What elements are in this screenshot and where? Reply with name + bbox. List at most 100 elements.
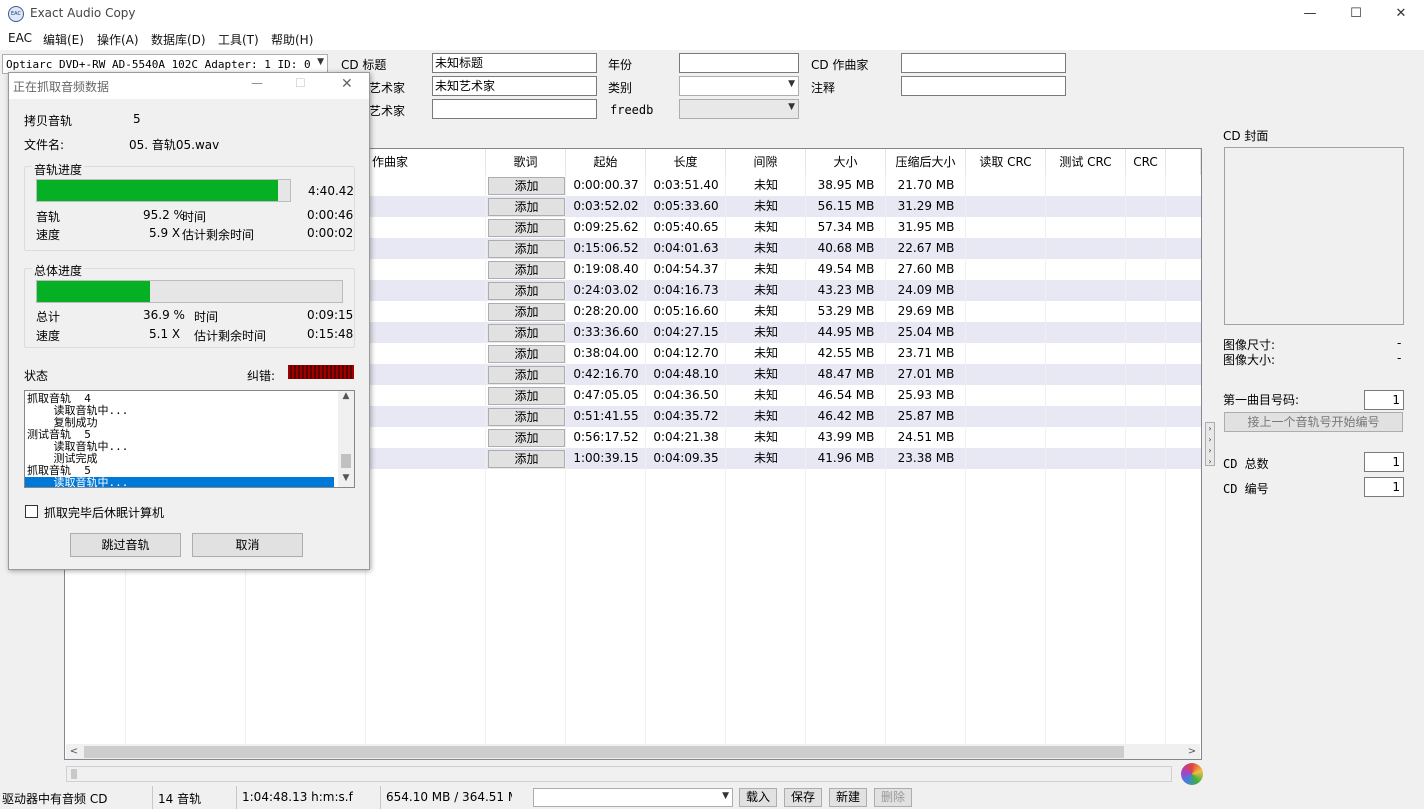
genre-select[interactable]: ▼: [679, 76, 799, 96]
track-progress-title: 音轨进度: [32, 161, 85, 178]
column-header-test-crc[interactable]: 测试 CRC: [1046, 149, 1126, 175]
dialog-close-icon[interactable]: ✕: [341, 76, 353, 92]
new-button[interactable]: 新建: [829, 788, 867, 807]
profile-select[interactable]: ▼: [533, 788, 733, 807]
compressed-size-cell: 21.70 MB: [897, 178, 955, 192]
length-cell: 0:04:09.35: [653, 451, 719, 465]
cd-number-field[interactable]: 1: [1364, 477, 1404, 497]
menu-action[interactable]: 操作(A): [97, 31, 139, 48]
add-lyrics-button[interactable]: 添加: [488, 240, 565, 258]
column-header-start[interactable]: 起始: [566, 149, 646, 175]
add-lyrics-button[interactable]: 添加: [488, 324, 565, 342]
skip-track-button[interactable]: 跳过音轨: [70, 533, 181, 557]
save-button[interactable]: 保存: [784, 788, 822, 807]
scroll-left-icon[interactable]: <: [66, 744, 82, 759]
add-lyrics-button[interactable]: 添加: [488, 261, 565, 279]
add-lyrics-button[interactable]: 添加: [488, 198, 565, 216]
cover-image-box[interactable]: [1224, 147, 1404, 325]
hibernate-checkbox[interactable]: [25, 505, 38, 518]
size-cell: 43.99 MB: [817, 430, 875, 444]
gap-cell: 未知: [753, 409, 778, 423]
first-track-field[interactable]: 1: [1364, 390, 1404, 410]
freedb-select[interactable]: ▼: [679, 99, 799, 119]
compressed-size-cell: 23.38 MB: [897, 451, 955, 465]
size-cell: 53.29 MB: [817, 304, 875, 318]
log-line: 读取音轨中...: [25, 477, 334, 487]
close-button[interactable]: ✕: [1378, 0, 1424, 28]
title-bar: EAC Exact Audio Copy — ☐ ✕: [0, 0, 1424, 28]
cd-title-field[interactable]: 未知标题: [432, 53, 597, 73]
scroll-down-icon[interactable]: ▼: [338, 473, 354, 487]
year-field[interactable]: [679, 53, 799, 73]
column-header-composer[interactable]: 作曲家: [366, 149, 486, 175]
maximize-button[interactable]: ☐: [1333, 0, 1379, 28]
chevron-down-icon: ▼: [722, 791, 729, 801]
log-scrollbar-thumb[interactable]: [341, 454, 351, 468]
disc-icon[interactable]: [1181, 763, 1203, 785]
dialog-minimize-icon[interactable]: —: [251, 76, 263, 90]
year-label: 年份: [608, 58, 633, 72]
size-cell: 46.54 MB: [817, 388, 875, 402]
add-lyrics-button[interactable]: 添加: [488, 429, 565, 447]
cd-composer-field[interactable]: [901, 53, 1066, 73]
artist-field[interactable]: 未知艺术家: [432, 76, 597, 96]
add-lyrics-button[interactable]: 添加: [488, 387, 565, 405]
add-lyrics-button[interactable]: 添加: [488, 366, 565, 384]
total-time-value: 0:09:15: [307, 308, 354, 322]
column-header-size[interactable]: 大小: [806, 149, 886, 175]
extraction-dialog: 正在抓取音频数据 — ☐ ✕ 拷贝音轨 5 文件名: 05. 音轨05.wav …: [8, 72, 370, 570]
status-log[interactable]: 抓取音轨 4 读取音轨中... 复制成功 测试音轨 5 读取音轨中... 测试完成…: [24, 390, 355, 488]
gap-cell: 未知: [753, 262, 778, 276]
slider-handle[interactable]: [71, 769, 77, 779]
menu-database[interactable]: 数据库(D): [151, 31, 206, 48]
album-artist-field[interactable]: [432, 99, 597, 119]
add-lyrics-button[interactable]: 添加: [488, 303, 565, 321]
add-lyrics-button[interactable]: 添加: [488, 219, 565, 237]
delete-button[interactable]: 删除: [874, 788, 912, 807]
start-cell: 0:15:06.52: [573, 241, 639, 255]
column-divider: [725, 175, 726, 745]
chevron-down-icon: ▼: [317, 57, 324, 67]
menu-edit[interactable]: 编辑(E): [43, 31, 84, 48]
column-header-crc[interactable]: CRC: [1126, 149, 1166, 175]
panel-collapse-handle[interactable]: › › › ›: [1205, 422, 1215, 466]
first-track-label: 第一曲目号码:: [1223, 393, 1300, 407]
column-header-compressed-size[interactable]: 压缩后大小: [886, 149, 966, 175]
position-slider[interactable]: [66, 766, 1172, 782]
image-size-value: -: [1397, 336, 1402, 350]
image-bytes-label: 图像大小:: [1223, 353, 1276, 367]
cancel-button[interactable]: 取消: [192, 533, 303, 557]
add-lyrics-button[interactable]: 添加: [488, 408, 565, 426]
log-scrollbar[interactable]: ▲ ▼: [338, 391, 354, 487]
minimize-button[interactable]: —: [1287, 0, 1333, 28]
track-remaining-value: 0:00:02: [307, 226, 354, 240]
drive-select[interactable]: Optiarc DVD+-RW AD-5540A 102C Adapter: 1…: [2, 54, 328, 74]
column-header-gap[interactable]: 间隙: [726, 149, 806, 175]
add-lyrics-button[interactable]: 添加: [488, 345, 565, 363]
comment-field[interactable]: [901, 76, 1066, 96]
menu-tools[interactable]: 工具(T): [218, 31, 259, 48]
renumber-button[interactable]: 接上一个音轨号开始编号: [1224, 412, 1403, 432]
horizontal-scrollbar[interactable]: < >: [66, 744, 1200, 759]
add-lyrics-button[interactable]: 添加: [488, 282, 565, 300]
add-lyrics-button[interactable]: 添加: [488, 177, 565, 195]
column-header-lyrics[interactable]: 歌词: [486, 149, 566, 175]
column-header-length[interactable]: 长度: [646, 149, 726, 175]
error-correction-label: 纠错:: [247, 369, 276, 383]
start-cell: 0:00:00.37: [573, 178, 639, 192]
menu-help[interactable]: 帮助(H): [271, 31, 313, 48]
scroll-right-icon[interactable]: >: [1184, 744, 1200, 759]
total-speed-label: 速度: [36, 329, 61, 343]
scroll-up-icon[interactable]: ▲: [338, 391, 354, 405]
column-header-read-crc[interactable]: 读取 CRC: [966, 149, 1046, 175]
column-divider: [485, 175, 486, 745]
cover-label: CD 封面: [1223, 129, 1269, 143]
load-button[interactable]: 载入: [739, 788, 777, 807]
scrollbar-thumb[interactable]: [84, 746, 1124, 758]
add-lyrics-button[interactable]: 添加: [488, 450, 565, 468]
start-cell: 0:47:05.05: [573, 388, 639, 402]
status-divider: [152, 786, 153, 809]
length-cell: 0:04:54.37: [653, 262, 719, 276]
menu-eac[interactable]: EAC: [8, 31, 32, 45]
cd-total-field[interactable]: 1: [1364, 452, 1404, 472]
